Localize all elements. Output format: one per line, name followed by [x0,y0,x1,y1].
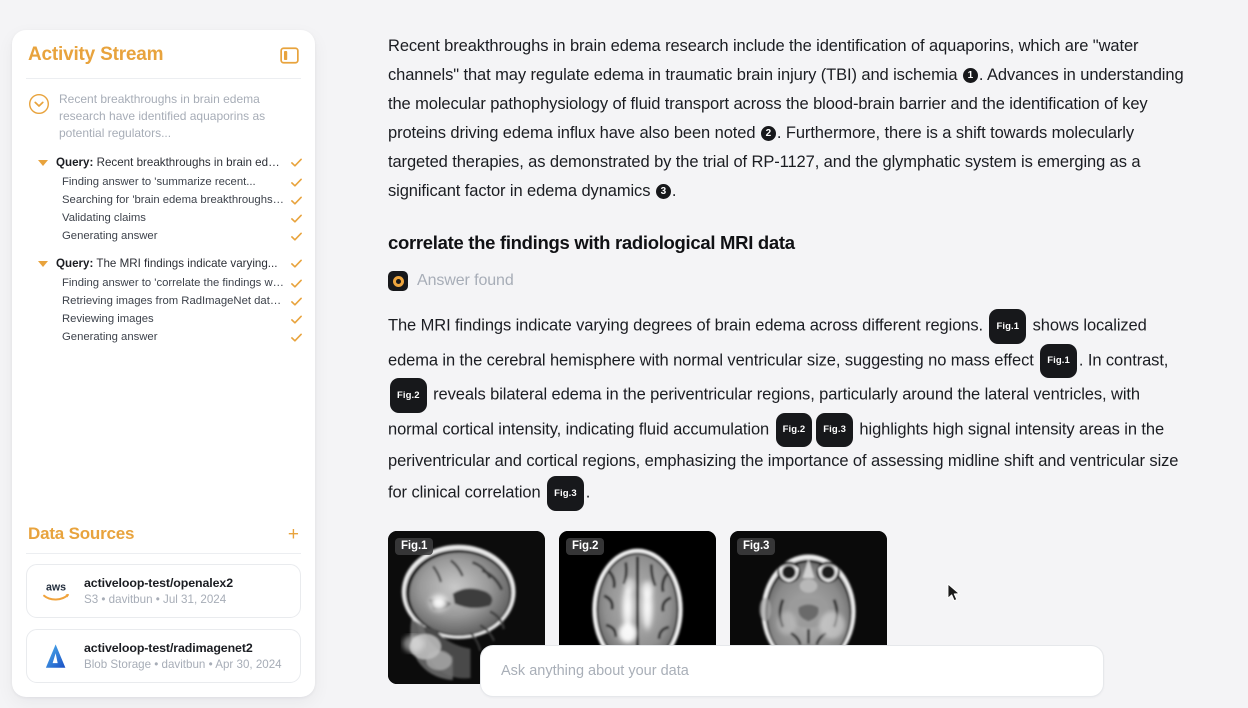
activity-step[interactable]: Searching for 'brain edema breakthroughs… [26,191,303,209]
check-icon [290,156,303,169]
activity-summary-text: Recent breakthroughs in brain edema rese… [59,92,266,140]
activity-group-label: Query: The MRI findings indicate varying… [56,257,284,270]
activity-step-label: Generating answer [62,230,158,242]
data-source-item-radimagenet2[interactable]: activeloop-test/radimagenet2 Blob Storag… [26,629,301,683]
check-icon [290,257,303,270]
activity-summary-row[interactable]: Recent breakthroughs in brain edema rese… [12,79,315,148]
activity-stream-title: Activity Stream [28,44,164,65]
activity-tree: Query: Recent breakthroughs in brain ede… [12,148,315,346]
activity-step-label: Generating answer [62,331,158,343]
activity-group-header[interactable]: Query: The MRI findings indicate varying… [26,253,303,274]
activity-group-prefix: Query: [56,257,94,270]
intro-text-part-4: . [671,182,677,200]
activity-step-label: Retrieving images from RadImageNet datas… [62,295,284,307]
check-icon [290,277,303,290]
main-content: Recent breakthroughs in brain edema rese… [330,0,1248,708]
data-source-name: activeloop-test/radimagenet2 [84,641,253,655]
check-icon [290,230,303,243]
answer-status: Answer found [388,271,1196,291]
activity-step-label: Finding answer to 'correlate the finding… [62,277,284,289]
activity-step-label: Searching for 'brain edema breakthroughs… [62,194,284,206]
check-icon [290,331,303,344]
activity-group-text: The MRI findings indicate varying... [96,257,278,270]
check-icon [290,313,303,326]
add-data-source-button[interactable]: + [288,525,299,544]
caret-down-icon[interactable] [38,159,48,166]
answer-text-5: . [585,483,591,502]
chevron-down-circle-icon[interactable] [28,93,50,115]
citation-ref-2[interactable]: 2 [760,126,776,141]
fig-badge-2[interactable]: Fig.1 [1040,343,1077,378]
citation-ref-3[interactable]: 3 [655,184,671,199]
data-source-name: activeloop-test/openalex2 [84,576,233,590]
chat-input[interactable] [501,663,1083,679]
activity-group-prefix: Query: [56,156,94,169]
citation-ref-1[interactable]: 1 [962,68,978,83]
data-source-item-openalex2[interactable]: aws activeloop-test/openalex2 S3 • davit… [26,564,301,618]
activity-step[interactable]: Finding answer to 'correlate the finding… [26,274,303,292]
check-icon [290,194,303,207]
activity-step-label: Finding answer to 'summarize recent... [62,176,256,188]
data-source-subtitle: Blob Storage • davitbun • Apr 30, 2024 [84,658,282,671]
app-root: Activity Stream Recent breakthroughs in … [0,0,1248,708]
figure-tag-2: Fig.2 [566,537,605,555]
data-sources-divider [26,553,301,554]
lesion-hyperintensity [427,591,451,613]
data-source-meta: activeloop-test/openalex2 S3 • davitbun … [84,576,233,606]
caret-down-icon[interactable] [38,260,48,267]
fig-badge-1[interactable]: Fig.1 [989,309,1027,344]
answer-found-ring [392,275,404,287]
aws-icon: aws [39,576,73,606]
answer-found-icon [388,271,408,291]
fig-badge-5[interactable]: Fig.3 [816,412,853,447]
azure-icon [39,641,73,671]
user-question-heading: correlate the findings with radiological… [388,232,795,253]
intro-paragraph: Recent breakthroughs in brain edema rese… [388,32,1188,206]
figure-tag-3: Fig.3 [737,537,776,555]
activity-step[interactable]: Finding answer to 'summarize recent... [26,173,303,191]
activity-step[interactable]: Reviewing images [26,310,303,328]
data-sources-title: Data Sources [28,524,135,543]
activity-step[interactable]: Generating answer [26,227,303,245]
chat-composer[interactable] [480,645,1104,697]
data-source-subtitle: S3 • davitbun • Jul 31, 2024 [84,593,227,606]
answer-status-label: Answer found [417,272,514,289]
activity-step-label: Reviewing images [62,313,154,325]
answer-text-2: . In contrast, [1078,351,1169,369]
activity-step[interactable]: Validating claims [26,209,303,227]
activity-stream-header: Activity Stream [12,30,315,78]
data-source-meta: activeloop-test/radimagenet2 Blob Storag… [84,641,282,671]
fig-badge-6[interactable]: Fig.3 [547,476,584,511]
data-sources-header: Data Sources + [12,514,315,553]
left-sidebar: Activity Stream Recent breakthroughs in … [12,30,315,697]
svg-text:aws: aws [46,581,66,593]
check-icon [290,212,303,225]
activity-group-label: Query: Recent breakthroughs in brain ede… [56,156,284,169]
activity-step-label: Validating claims [62,212,146,224]
fig-badge-4[interactable]: Fig.2 [775,412,813,447]
check-icon [290,295,303,308]
answer-paragraph: The MRI findings indicate varying degree… [388,309,1188,511]
fig-badge-3[interactable]: Fig.2 [390,378,427,413]
answer-text-0: The MRI findings indicate varying degree… [388,316,988,335]
activity-step[interactable]: Generating answer [26,328,303,346]
activity-group-header[interactable]: Query: Recent breakthroughs in brain ede… [26,152,303,173]
activity-step[interactable]: Retrieving images from RadImageNet datas… [26,292,303,310]
panel-collapse-icon[interactable] [280,46,299,65]
activity-group-text: Recent breakthroughs in brain edem... [96,156,284,169]
data-sources-list: aws activeloop-test/openalex2 S3 • davit… [12,564,315,697]
figure-tag-1: Fig.1 [395,537,434,555]
check-icon [290,176,303,189]
